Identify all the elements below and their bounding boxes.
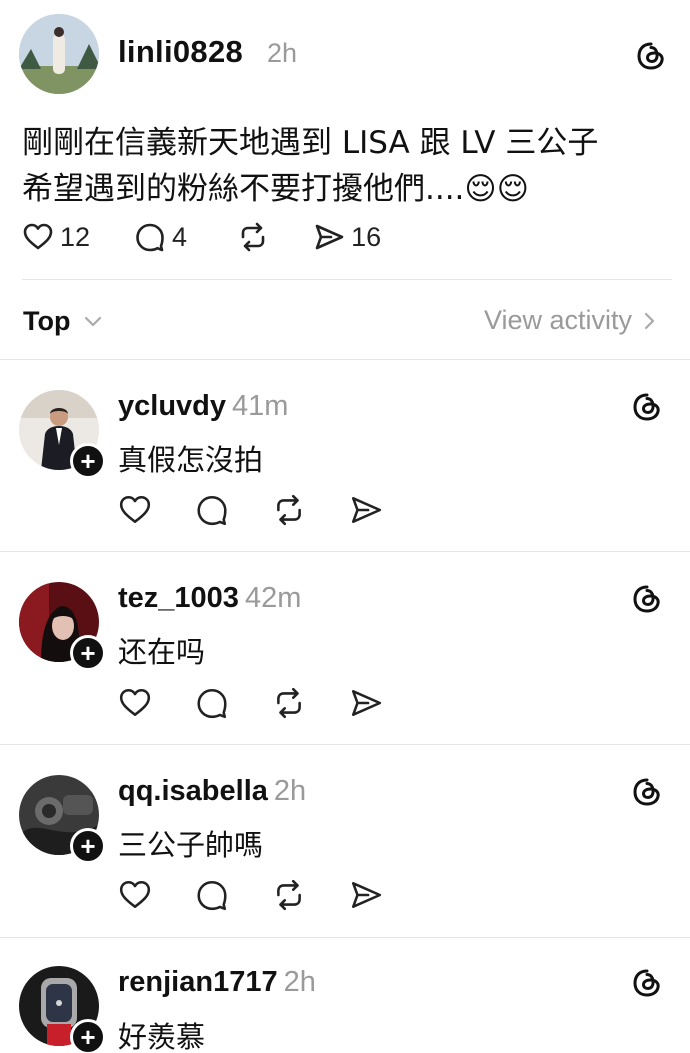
reply-time: 2h: [283, 966, 316, 998]
follow-plus-button[interactable]: +: [70, 443, 106, 479]
comment-count: 4: [172, 221, 188, 252]
view-activity-link[interactable]: View activity: [484, 305, 632, 336]
reply-header: renjian1717 2h: [118, 966, 316, 999]
send-icon[interactable]: [349, 686, 383, 720]
post-text-line-1: 剛剛在信義新天地遇到 LISA 跟 LV 三公子: [22, 125, 599, 161]
threads-logo-icon[interactable]: [632, 968, 662, 998]
comment-button[interactable]: 4: [134, 221, 187, 253]
repost-icon[interactable]: [272, 878, 306, 912]
reply-header: tez_1003 42m: [118, 582, 301, 615]
comment-icon: [136, 223, 164, 252]
avatar[interactable]: [19, 14, 99, 94]
threads-logo-icon[interactable]: [632, 584, 662, 614]
reply-username[interactable]: qq.isabella: [118, 775, 268, 807]
reply-text: 真假怎沒拍: [118, 443, 264, 477]
reply-header: ycluvdy 41m: [118, 390, 288, 423]
comment-icon[interactable]: [195, 493, 229, 527]
reply-item: + ycluvdy 41m 真假怎沒拍: [0, 360, 690, 551]
heart-icon[interactable]: [118, 493, 152, 527]
original-post: linli0828 2h 剛剛在信義新天地遇到 LISA 跟 LV 三公子 希望…: [0, 0, 690, 280]
send-icon[interactable]: [349, 493, 383, 527]
heart-icon: [23, 223, 53, 250]
reply-header: qq.isabella 2h: [118, 775, 306, 808]
repost-icon[interactable]: [272, 686, 306, 720]
threads-logo-icon[interactable]: [636, 41, 666, 71]
repost-icon: [241, 222, 265, 252]
like-count: 12: [60, 221, 91, 252]
follow-plus-button[interactable]: +: [70, 635, 106, 671]
reply-item: + renjian1717 2h 好羨慕: [0, 938, 690, 1053]
repost-button[interactable]: [237, 221, 269, 253]
post-text-line-2: 希望遇到的粉絲不要打擾他們....😌😌: [22, 171, 530, 207]
repost-icon[interactable]: [272, 493, 306, 527]
threads-logo-icon[interactable]: [632, 777, 662, 807]
follow-plus-button[interactable]: +: [70, 828, 106, 864]
reply-username[interactable]: renjian1717: [118, 966, 278, 998]
threads-logo-icon[interactable]: [632, 392, 662, 422]
reply-item: + qq.isabella 2h 三公子帥嗎: [0, 745, 690, 937]
send-icon[interactable]: [349, 878, 383, 912]
post-time: 2h: [267, 38, 298, 68]
share-count: 16: [351, 221, 382, 252]
reply-username[interactable]: ycluvdy: [118, 390, 226, 422]
follow-plus-button[interactable]: +: [70, 1019, 106, 1053]
reply-username[interactable]: tez_1003: [118, 582, 239, 614]
reply-text: 好羨慕: [118, 1020, 206, 1053]
heart-icon[interactable]: [118, 878, 152, 912]
reply-time: 42m: [244, 582, 302, 614]
sort-bar: Top View activity: [0, 280, 690, 360]
comment-icon[interactable]: [195, 686, 229, 720]
sort-dropdown[interactable]: Top: [23, 306, 70, 337]
chevron-down-icon[interactable]: [82, 310, 104, 332]
reply-item: + tez_1003 42m 还在吗: [0, 552, 690, 744]
heart-icon[interactable]: [118, 686, 152, 720]
reply-time: 41m: [232, 390, 289, 422]
share-button[interactable]: 16: [313, 221, 381, 253]
reply-time: 2h: [273, 775, 307, 807]
chevron-right-icon[interactable]: [638, 310, 660, 332]
like-button[interactable]: 12: [22, 221, 90, 253]
reply-text: 三公子帥嗎: [118, 828, 264, 862]
post-username[interactable]: linli0828: [118, 34, 243, 70]
comment-icon[interactable]: [195, 878, 229, 912]
reply-text: 还在吗: [118, 635, 206, 669]
send-icon: [315, 224, 344, 250]
